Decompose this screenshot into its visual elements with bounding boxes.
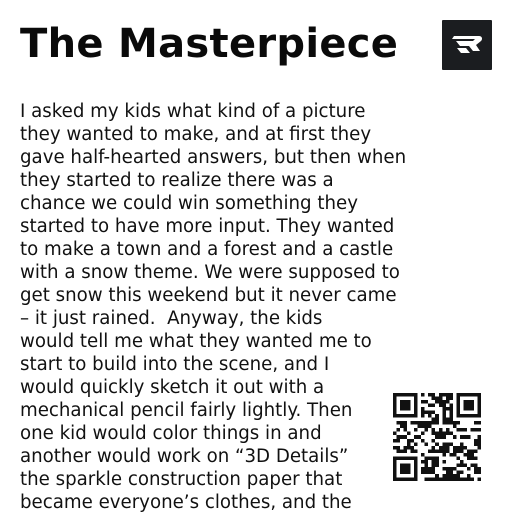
article-line: chance we could win something they (20, 193, 358, 214)
article-line: start to build into the scene, and I (20, 354, 330, 375)
article-line: get snow this weekend but it never came (20, 285, 397, 306)
article-line: to make a town and a forest and a castle (20, 239, 394, 260)
article-line: became everyone’s clothes, and the (20, 492, 352, 513)
page-title: The Masterpiece (20, 21, 399, 67)
article-line: would tell me what they wanted me to (20, 331, 372, 352)
qr-code-icon[interactable] (393, 393, 481, 481)
brand-logo-icon (442, 20, 492, 70)
logo-mark (452, 36, 483, 53)
article-line: they wanted to make, and at first they (20, 124, 372, 145)
qr-code-graphic (393, 393, 481, 481)
article-line: started to have more input. They wanted (20, 216, 395, 237)
article-line: – it just rained. Anyway, the kids (20, 308, 323, 329)
article-line: with a snow theme. We were supposed to (20, 262, 400, 283)
article-line: gave half-hearted answers, but then when (20, 147, 407, 168)
article-line: they started to realize there was a (20, 170, 334, 191)
article-line: I asked my kids what kind of a picture (20, 101, 366, 122)
